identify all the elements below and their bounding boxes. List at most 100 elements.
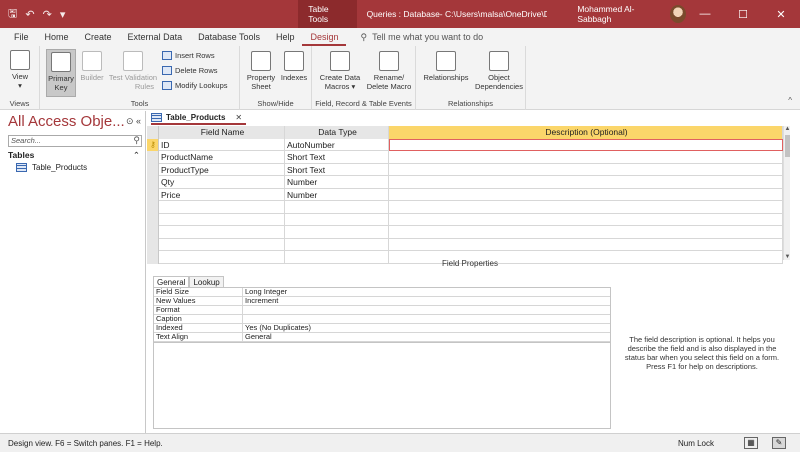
- row-selector[interactable]: [147, 151, 159, 164]
- field-name-cell[interactable]: ID: [159, 138, 285, 151]
- description-cell[interactable]: [389, 238, 783, 251]
- row-selector[interactable]: [147, 226, 159, 239]
- description-cell[interactable]: [389, 226, 783, 239]
- nav-section-tables[interactable]: Tables ⌃: [8, 150, 142, 160]
- relationships-button[interactable]: Relationships: [420, 51, 472, 82]
- tab-file[interactable]: File: [6, 28, 37, 46]
- property-sheet-button[interactable]: Property Sheet: [244, 51, 278, 91]
- object-dependencies-button[interactable]: Object Dependencies: [474, 51, 524, 91]
- field-name-cell[interactable]: Price: [159, 188, 285, 201]
- table-row[interactable]: ProductName Short Text: [147, 151, 783, 164]
- property-row[interactable]: Caption: [154, 315, 610, 324]
- tab-design[interactable]: Design: [302, 28, 347, 46]
- test-validation-rules-button[interactable]: Test Validation Rules: [108, 51, 158, 91]
- data-type-cell[interactable]: Short Text: [285, 151, 389, 164]
- tab-external-data[interactable]: External Data: [120, 28, 191, 46]
- nav-search-input[interactable]: Search... ⚲: [8, 135, 142, 147]
- scroll-up-icon[interactable]: ▲: [784, 126, 791, 132]
- nav-pane-title[interactable]: All Access Obje...: [8, 113, 125, 130]
- table-row[interactable]: ProductType Short Text: [147, 163, 783, 176]
- modify-lookups-button[interactable]: Modify Lookups: [162, 81, 228, 90]
- datasheet-view-icon[interactable]: ▦: [744, 437, 758, 449]
- property-value[interactable]: [242, 306, 610, 315]
- indexes-button[interactable]: Indexes: [278, 51, 310, 82]
- collapse-ribbon-button[interactable]: ^: [788, 96, 792, 105]
- description-cell[interactable]: [389, 201, 783, 214]
- empty-row[interactable]: [147, 238, 783, 251]
- field-name-cell[interactable]: [159, 238, 285, 251]
- scroll-thumb[interactable]: [785, 135, 790, 157]
- row-selector[interactable]: [147, 176, 159, 189]
- row-selector[interactable]: [147, 188, 159, 201]
- insert-rows-button[interactable]: Insert Rows: [162, 51, 215, 60]
- field-name-cell[interactable]: Qty: [159, 176, 285, 189]
- field-name-cell[interactable]: [159, 201, 285, 214]
- grid-vertical-scrollbar[interactable]: ▲ ▼: [783, 126, 790, 260]
- row-selector-header[interactable]: [147, 126, 159, 139]
- view-button[interactable]: View ▾: [6, 50, 34, 90]
- document-tab-table-products[interactable]: Table_Products ✕: [151, 113, 247, 125]
- tab-database-tools[interactable]: Database Tools: [190, 28, 268, 46]
- delete-rows-button[interactable]: Delete Rows: [162, 66, 218, 75]
- property-row[interactable]: Field Size Long Integer: [154, 288, 610, 297]
- description-cell[interactable]: [389, 163, 783, 176]
- header-data-type[interactable]: Data Type: [285, 126, 389, 139]
- property-value[interactable]: Long Integer: [242, 288, 610, 297]
- primary-key-button[interactable]: Primary Key: [46, 49, 76, 97]
- chevron-up-icon[interactable]: ⌃: [133, 150, 140, 161]
- data-type-cell[interactable]: [285, 226, 389, 239]
- description-cell[interactable]: [389, 188, 783, 201]
- tab-create[interactable]: Create: [77, 28, 120, 46]
- property-row[interactable]: New Values Increment: [154, 297, 610, 306]
- close-button[interactable]: ✕: [762, 8, 800, 21]
- header-description[interactable]: Description (Optional): [389, 126, 783, 139]
- builder-button[interactable]: Builder: [78, 51, 106, 82]
- minimize-button[interactable]: —: [686, 8, 724, 21]
- field-name-cell[interactable]: ProductName: [159, 151, 285, 164]
- property-row[interactable]: Text Align General: [154, 333, 610, 342]
- user-name[interactable]: Mohammed Al-Sabbagh: [577, 4, 659, 24]
- row-selector[interactable]: [147, 163, 159, 176]
- data-type-cell[interactable]: AutoNumber: [285, 138, 389, 151]
- restore-button[interactable]: ☐: [724, 8, 762, 21]
- description-cell[interactable]: [389, 176, 783, 189]
- empty-row[interactable]: [147, 213, 783, 226]
- data-type-cell[interactable]: Number: [285, 188, 389, 201]
- empty-row[interactable]: [147, 226, 783, 239]
- redo-icon[interactable]: ↷: [43, 8, 52, 21]
- create-data-macros-button[interactable]: Create Data Macros ▾: [316, 51, 364, 91]
- property-value[interactable]: Yes (No Duplicates): [242, 324, 610, 333]
- table-row[interactable]: ⚷ ID AutoNumber: [147, 138, 783, 151]
- data-type-cell[interactable]: Number: [285, 176, 389, 189]
- field-name-cell[interactable]: [159, 226, 285, 239]
- design-view-icon[interactable]: ✎: [772, 437, 786, 449]
- row-selector[interactable]: [147, 238, 159, 251]
- avatar[interactable]: [669, 5, 686, 23]
- customize-qat-icon[interactable]: ▾: [60, 8, 66, 21]
- empty-row[interactable]: [147, 201, 783, 214]
- save-icon[interactable]: 🖫: [8, 5, 17, 24]
- description-cell[interactable]: [389, 138, 783, 151]
- data-type-cell[interactable]: Short Text: [285, 163, 389, 176]
- data-type-cell[interactable]: [285, 201, 389, 214]
- description-cell[interactable]: [389, 213, 783, 226]
- undo-icon[interactable]: ↶: [25, 8, 34, 21]
- table-row[interactable]: Qty Number: [147, 176, 783, 189]
- row-selector[interactable]: [147, 213, 159, 226]
- field-name-cell[interactable]: [159, 213, 285, 226]
- data-type-cell[interactable]: [285, 213, 389, 226]
- property-row[interactable]: Format: [154, 306, 610, 315]
- close-tab-icon[interactable]: ✕: [235, 113, 242, 122]
- nav-pane-menu-collapse[interactable]: ⊙ «: [126, 116, 141, 127]
- row-selector[interactable]: ⚷: [147, 138, 159, 151]
- property-value[interactable]: General: [242, 333, 610, 342]
- tab-home[interactable]: Home: [37, 28, 77, 46]
- header-field-name[interactable]: Field Name: [159, 126, 285, 139]
- data-type-cell[interactable]: [285, 238, 389, 251]
- tell-me-box[interactable]: ⚲ Tell me what you want to do: [360, 32, 483, 43]
- table-row[interactable]: Price Number: [147, 188, 783, 201]
- rename-delete-macro-button[interactable]: Rename/ Delete Macro: [364, 51, 414, 91]
- field-name-cell[interactable]: ProductType: [159, 163, 285, 176]
- description-cell[interactable]: [389, 151, 783, 164]
- nav-item-table-products[interactable]: Table_Products: [16, 163, 87, 172]
